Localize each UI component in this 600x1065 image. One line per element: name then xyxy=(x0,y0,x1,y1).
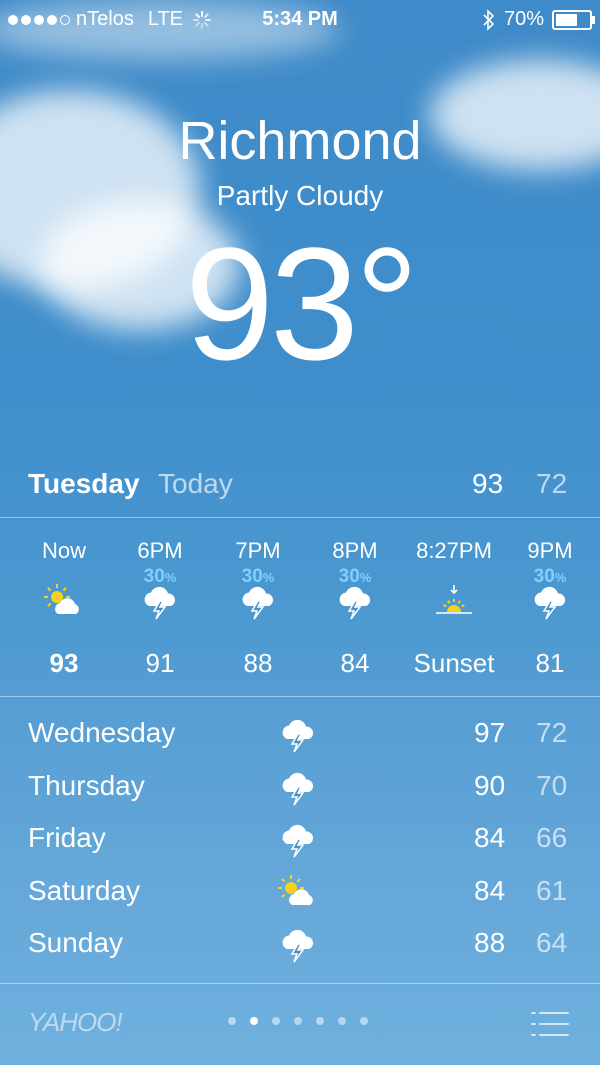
daily-low: 64 xyxy=(536,927,568,958)
daily-low: 70 xyxy=(536,769,568,801)
hourly-time: 6PM xyxy=(137,538,183,563)
daily-icon-wrap xyxy=(278,822,318,858)
hourly-time: 9PM xyxy=(527,538,573,563)
daily-row: Wednesday 97 72 xyxy=(0,707,600,760)
daily-icon-wrap xyxy=(278,927,318,963)
hourly-time: 8:27PM xyxy=(416,538,492,563)
thunderstorm-icon xyxy=(282,772,314,805)
hourly-icon-wrap xyxy=(530,584,570,624)
battery-fill xyxy=(556,13,577,26)
battery-icon xyxy=(552,9,595,30)
weather-screen: nTelos LTE 5:34 PM 70% Richmond Partly C… xyxy=(0,0,600,1065)
divider xyxy=(0,983,600,984)
daily-high: 97 xyxy=(474,717,506,748)
page-dot[interactable] xyxy=(250,1017,258,1025)
page-dot[interactable] xyxy=(228,1017,236,1025)
hourly-icon-wrap xyxy=(434,584,474,624)
daily-high: 84 xyxy=(474,822,506,853)
hourly-forecast-strip[interactable]: Now 93 6PM 30% 91 7PM 30% 88 8PM 30% 84 8:27PM Sunse… xyxy=(0,520,600,695)
daily-low: 72 xyxy=(536,717,568,748)
daily-forecast-list[interactable]: Wednesday 97 72 Thursday 90 70 Friday 84 66 Satur… xyxy=(0,707,600,970)
daily-day: Saturday xyxy=(28,874,141,906)
current-temperature: 93° xyxy=(185,214,419,393)
hourly-item: 6PM 30% 91 xyxy=(110,520,210,695)
sunset-icon xyxy=(436,585,472,614)
page-dot[interactable] xyxy=(338,1017,346,1025)
divider xyxy=(0,696,600,697)
daily-row: Friday 84 66 xyxy=(0,812,600,865)
page-dot[interactable] xyxy=(316,1017,324,1025)
thunderstorm-icon xyxy=(282,719,314,753)
today-high: 93 xyxy=(472,468,504,499)
bluetooth-icon xyxy=(483,8,495,31)
partly-sunny-icon xyxy=(278,874,313,905)
hourly-icon-wrap xyxy=(335,584,375,624)
hourly-value: Sunset xyxy=(413,648,495,678)
daily-day: Sunday xyxy=(28,927,123,958)
page-dot[interactable] xyxy=(294,1017,302,1025)
hourly-icon-wrap xyxy=(140,584,180,624)
hourly-item: Now 93 xyxy=(14,520,114,695)
daily-high: 84 xyxy=(474,874,506,906)
daily-icon-wrap xyxy=(278,874,318,911)
page-dot[interactable] xyxy=(272,1017,280,1025)
thunderstorm-icon xyxy=(534,586,566,620)
thunderstorm-icon xyxy=(282,824,314,858)
hourly-time: 7PM xyxy=(235,538,281,563)
yahoo-logo[interactable]: YAHOO! xyxy=(28,1007,123,1038)
status-right: 70% xyxy=(482,8,595,31)
daily-high: 90 xyxy=(474,769,506,801)
daily-high: 88 xyxy=(474,927,506,958)
page-dot[interactable] xyxy=(360,1017,368,1025)
hourly-item: 9PM 30% 81 xyxy=(500,520,600,695)
daily-day: Wednesday xyxy=(28,717,176,748)
current-condition: Partly Cloudy xyxy=(216,180,384,211)
hourly-value: 93 xyxy=(49,648,79,678)
today-day: Tuesday xyxy=(28,468,140,499)
hourly-icon-wrap xyxy=(238,584,278,624)
hourly-icon-wrap xyxy=(44,584,84,624)
hourly-value: 88 xyxy=(243,648,273,678)
thunderstorm-icon xyxy=(282,929,314,963)
hourly-time: Now xyxy=(41,538,86,563)
daily-low: 61 xyxy=(536,874,568,906)
status-bar: nTelos LTE 5:34 PM 70% xyxy=(0,0,600,40)
daily-row: Sunday 88 64 xyxy=(0,917,600,970)
battery-percent: 70% xyxy=(503,8,544,30)
thunderstorm-icon xyxy=(144,586,176,620)
daily-day: Friday xyxy=(28,822,106,853)
daily-icon-wrap xyxy=(278,717,318,753)
daily-icon-wrap xyxy=(278,770,318,806)
hourly-value: 84 xyxy=(340,648,370,678)
daily-day: Thursday xyxy=(28,769,145,801)
hourly-item: 8PM 30% 84 xyxy=(305,520,405,695)
hourly-item: 8:27PM Sunset xyxy=(404,520,504,695)
hourly-value: 91 xyxy=(145,648,175,678)
hourly-value: 81 xyxy=(535,648,565,678)
page-indicator[interactable] xyxy=(228,1017,368,1025)
list-icon[interactable] xyxy=(530,1009,570,1039)
hourly-time: 8PM xyxy=(332,538,378,563)
footer-bar: YAHOO! xyxy=(0,985,600,1065)
today-label: Today xyxy=(158,468,233,499)
today-low: 72 xyxy=(536,468,568,499)
daily-low: 66 xyxy=(536,822,568,853)
today-summary: Tuesday Today 93 72 xyxy=(0,462,600,512)
partly-sunny-icon xyxy=(44,584,79,614)
thunderstorm-icon xyxy=(242,586,274,620)
city-name: Richmond xyxy=(178,111,422,171)
thunderstorm-icon xyxy=(339,586,371,620)
divider xyxy=(0,517,600,518)
hourly-item: 7PM 30% 88 xyxy=(208,520,308,695)
daily-row: Saturday 84 61 xyxy=(0,865,600,918)
daily-row: Thursday 90 70 xyxy=(0,760,600,813)
